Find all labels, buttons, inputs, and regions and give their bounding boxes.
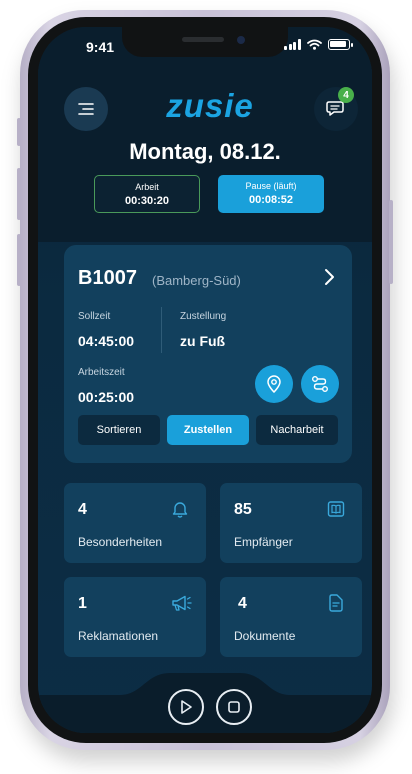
current-date: Montag, 08.12. [129, 139, 281, 164]
chevron-right-icon[interactable] [322, 267, 336, 287]
delivery-mode-value: zu Fuß [180, 333, 226, 349]
pause-timer-value: 00:08:52 [248, 194, 294, 206]
wifi-icon [306, 39, 322, 50]
status-icons [284, 39, 353, 50]
delivery-mode-label: Zustellung [180, 311, 227, 322]
divider [161, 307, 162, 353]
tour-area: (Bamberg-Süd) [152, 273, 241, 288]
sort-button[interactable]: Sortieren [78, 415, 160, 445]
cellular-signal-icon [284, 39, 301, 50]
pause-timer[interactable]: Pause (läuft) 00:08:52 [218, 175, 324, 213]
notch [122, 27, 288, 57]
work-time-label: Arbeitszeit [78, 367, 125, 378]
document-icon [329, 594, 343, 612]
stop-icon [228, 701, 240, 713]
recipients-label: Empfänger [234, 535, 293, 549]
rework-button[interactable]: Nacharbeit [256, 415, 338, 445]
tour-card: B1007 (Bamberg-Süd) Sollzeit 04:45:00 Zu… [64, 245, 352, 463]
special-notes-count: 4 [78, 501, 87, 518]
route-button[interactable] [301, 365, 339, 403]
app-screen: 9:41 zusie 4 Montag, 08.12. Arbeit 00:30… [38, 27, 372, 733]
menu-button[interactable] [64, 87, 108, 131]
notification-badge: 4 [338, 87, 354, 103]
megaphone-icon [172, 595, 192, 611]
target-time-value: 04:45:00 [78, 333, 135, 349]
route-icon [312, 376, 328, 392]
app-logo: zusie [166, 87, 254, 124]
volume-up-button [17, 168, 21, 220]
work-timer-value: 00:30:20 [124, 195, 170, 207]
work-timer[interactable]: Arbeit 00:30:20 [94, 175, 200, 213]
tile-complaints[interactable]: 1 Reklamationen [64, 577, 206, 657]
map-pin-icon [267, 375, 281, 393]
recipients-count: 85 [234, 501, 252, 518]
speaker [182, 37, 224, 42]
pause-timer-label: Pause (läuft) [245, 181, 297, 191]
book-icon [327, 501, 345, 517]
battery-icon [327, 39, 353, 50]
deliver-button[interactable]: Zustellen [167, 415, 249, 445]
tile-recipients[interactable]: 85 Empfänger [220, 483, 362, 563]
complaints-label: Reklamationen [78, 629, 159, 643]
documents-label: Dokumente [234, 629, 296, 643]
bottom-bar [38, 673, 372, 733]
menu-icon [78, 103, 94, 115]
target-time-label: Sollzeit [78, 311, 111, 322]
documents-count: 4 [238, 595, 247, 612]
work-time-value: 00:25:00 [78, 389, 135, 405]
work-timer-label: Arbeit [135, 182, 159, 192]
power-button [389, 200, 393, 284]
complaints-count: 1 [78, 595, 87, 612]
stop-button[interactable] [216, 689, 252, 725]
status-time: 9:41 [86, 39, 115, 55]
front-camera [237, 36, 245, 44]
location-button[interactable] [255, 365, 293, 403]
play-button[interactable] [168, 689, 204, 725]
volume-down-button [17, 234, 21, 286]
tour-id: B1007 [78, 267, 137, 289]
silent-switch [17, 118, 21, 146]
play-icon [181, 700, 192, 714]
tile-special-notes[interactable]: 4 Besonderheiten [64, 483, 206, 563]
special-notes-label: Besonderheiten [78, 535, 163, 549]
tile-documents[interactable]: 4 Dokumente [220, 577, 362, 657]
bell-icon [172, 502, 188, 518]
